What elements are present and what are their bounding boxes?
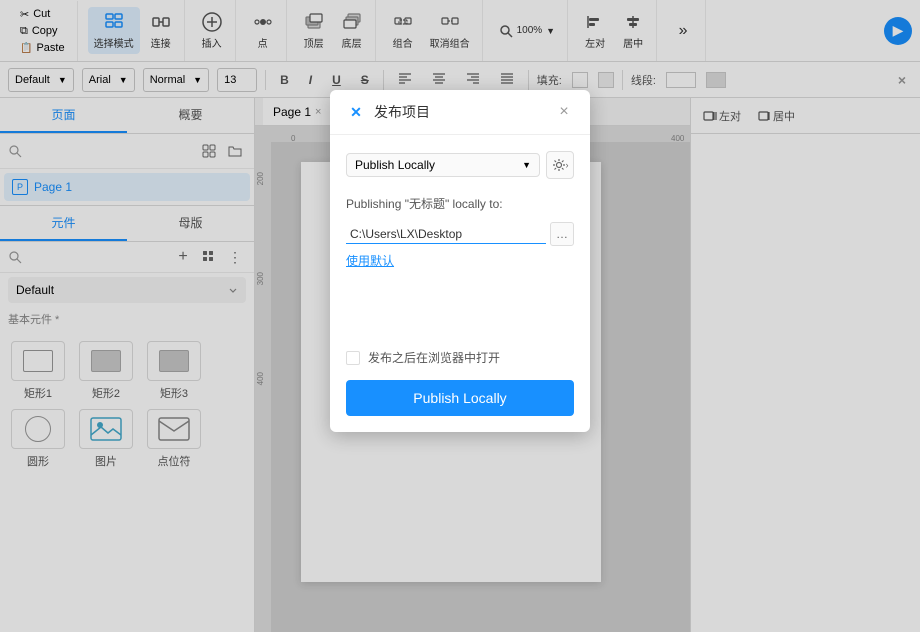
dialog-publish-btn[interactable]: Publish Locally — [346, 380, 574, 416]
settings-icon — [552, 158, 566, 172]
dialog-body: Publish Locally ▼ › Publishing "无标题" loc… — [330, 135, 590, 432]
dialog-path-input[interactable] — [346, 225, 546, 244]
dialog-browse-btn[interactable]: … — [550, 222, 574, 246]
dialog-logo: ✕ — [346, 102, 366, 122]
dialog-title: 发布项目 — [374, 102, 546, 122]
dialog-settings-btn[interactable]: › — [546, 151, 574, 179]
dialog-close-btn[interactable]: × — [554, 102, 574, 122]
dialog-type-select[interactable]: Publish Locally ▼ — [346, 153, 540, 177]
publish-dialog: ✕ 发布项目 × Publish Locally ▼ › — [330, 90, 590, 432]
dialog-checkbox-label: 发布之后在浏览器中打开 — [368, 349, 500, 366]
dialog-info-text: Publishing "无标题" locally to: — [346, 195, 574, 212]
dialog-header: ✕ 发布项目 × — [330, 90, 590, 135]
dialog-path-row: … — [346, 222, 574, 246]
dialog-checkbox-row: 发布之后在浏览器中打开 — [346, 349, 574, 366]
dialog-type-label: Publish Locally — [355, 158, 435, 172]
settings-arrow: › — [566, 160, 569, 170]
dialog-type-row: Publish Locally ▼ › — [346, 151, 574, 179]
dialog-default-link[interactable]: 使用默认 — [346, 252, 574, 269]
dialog-type-arrow: ▼ — [522, 160, 531, 170]
dialog-overlay: ✕ 发布项目 × Publish Locally ▼ › — [0, 0, 920, 632]
dialog-checkbox[interactable] — [346, 351, 360, 365]
